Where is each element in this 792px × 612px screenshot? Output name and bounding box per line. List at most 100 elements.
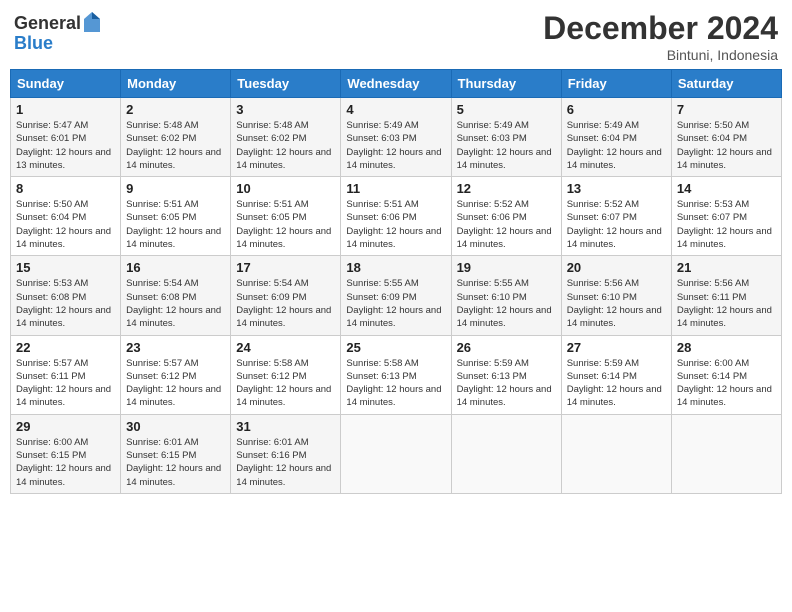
day-number: 13 (567, 181, 666, 196)
day-number: 5 (457, 102, 556, 117)
calendar-cell: 11 Sunrise: 5:51 AM Sunset: 6:06 PM Dayl… (341, 177, 451, 256)
calendar-cell: 22 Sunrise: 5:57 AM Sunset: 6:11 PM Dayl… (11, 335, 121, 414)
day-number: 7 (677, 102, 776, 117)
day-info: Sunrise: 5:58 AM Sunset: 6:13 PM Dayligh… (346, 357, 445, 410)
day-number: 29 (16, 419, 115, 434)
day-number: 31 (236, 419, 335, 434)
day-number: 10 (236, 181, 335, 196)
calendar-cell: 17 Sunrise: 5:54 AM Sunset: 6:09 PM Dayl… (231, 256, 341, 335)
day-number: 9 (126, 181, 225, 196)
calendar-cell: 6 Sunrise: 5:49 AM Sunset: 6:04 PM Dayli… (561, 98, 671, 177)
calendar-cell: 27 Sunrise: 5:59 AM Sunset: 6:14 PM Dayl… (561, 335, 671, 414)
calendar-cell: 16 Sunrise: 5:54 AM Sunset: 6:08 PM Dayl… (121, 256, 231, 335)
calendar-day-header: Sunday (11, 70, 121, 98)
calendar-cell: 1 Sunrise: 5:47 AM Sunset: 6:01 PM Dayli… (11, 98, 121, 177)
calendar-cell: 2 Sunrise: 5:48 AM Sunset: 6:02 PM Dayli… (121, 98, 231, 177)
day-number: 11 (346, 181, 445, 196)
calendar-week-row: 1 Sunrise: 5:47 AM Sunset: 6:01 PM Dayli… (11, 98, 782, 177)
calendar-cell: 23 Sunrise: 5:57 AM Sunset: 6:12 PM Dayl… (121, 335, 231, 414)
day-number: 14 (677, 181, 776, 196)
calendar-cell: 31 Sunrise: 6:01 AM Sunset: 6:16 PM Dayl… (231, 414, 341, 493)
day-info: Sunrise: 5:54 AM Sunset: 6:08 PM Dayligh… (126, 277, 225, 330)
calendar-cell: 9 Sunrise: 5:51 AM Sunset: 6:05 PM Dayli… (121, 177, 231, 256)
day-number: 20 (567, 260, 666, 275)
day-number: 25 (346, 340, 445, 355)
calendar-cell: 29 Sunrise: 6:00 AM Sunset: 6:15 PM Dayl… (11, 414, 121, 493)
day-number: 1 (16, 102, 115, 117)
day-number: 3 (236, 102, 335, 117)
calendar-day-header: Saturday (671, 70, 781, 98)
day-info: Sunrise: 5:56 AM Sunset: 6:10 PM Dayligh… (567, 277, 666, 330)
logo: General Blue (14, 14, 101, 54)
calendar-cell: 28 Sunrise: 6:00 AM Sunset: 6:14 PM Dayl… (671, 335, 781, 414)
day-info: Sunrise: 5:47 AM Sunset: 6:01 PM Dayligh… (16, 119, 115, 172)
title-area: December 2024 Bintuni, Indonesia (543, 10, 778, 63)
calendar-week-row: 8 Sunrise: 5:50 AM Sunset: 6:04 PM Dayli… (11, 177, 782, 256)
day-info: Sunrise: 5:52 AM Sunset: 6:06 PM Dayligh… (457, 198, 556, 251)
calendar-day-header: Wednesday (341, 70, 451, 98)
day-info: Sunrise: 5:55 AM Sunset: 6:09 PM Dayligh… (346, 277, 445, 330)
calendar-cell: 12 Sunrise: 5:52 AM Sunset: 6:06 PM Dayl… (451, 177, 561, 256)
calendar-cell: 8 Sunrise: 5:50 AM Sunset: 6:04 PM Dayli… (11, 177, 121, 256)
day-number: 18 (346, 260, 445, 275)
day-info: Sunrise: 5:51 AM Sunset: 6:05 PM Dayligh… (126, 198, 225, 251)
calendar-cell: 21 Sunrise: 5:56 AM Sunset: 6:11 PM Dayl… (671, 256, 781, 335)
day-number: 8 (16, 181, 115, 196)
calendar-cell: 24 Sunrise: 5:58 AM Sunset: 6:12 PM Dayl… (231, 335, 341, 414)
calendar-cell: 3 Sunrise: 5:48 AM Sunset: 6:02 PM Dayli… (231, 98, 341, 177)
calendar-week-row: 29 Sunrise: 6:00 AM Sunset: 6:15 PM Dayl… (11, 414, 782, 493)
day-info: Sunrise: 5:50 AM Sunset: 6:04 PM Dayligh… (16, 198, 115, 251)
calendar-week-row: 15 Sunrise: 5:53 AM Sunset: 6:08 PM Dayl… (11, 256, 782, 335)
day-info: Sunrise: 5:48 AM Sunset: 6:02 PM Dayligh… (126, 119, 225, 172)
calendar-cell (451, 414, 561, 493)
day-number: 28 (677, 340, 776, 355)
calendar-cell: 18 Sunrise: 5:55 AM Sunset: 6:09 PM Dayl… (341, 256, 451, 335)
calendar-day-header: Friday (561, 70, 671, 98)
day-number: 24 (236, 340, 335, 355)
day-info: Sunrise: 5:59 AM Sunset: 6:13 PM Dayligh… (457, 357, 556, 410)
day-info: Sunrise: 5:59 AM Sunset: 6:14 PM Dayligh… (567, 357, 666, 410)
day-number: 27 (567, 340, 666, 355)
calendar-week-row: 22 Sunrise: 5:57 AM Sunset: 6:11 PM Dayl… (11, 335, 782, 414)
day-number: 16 (126, 260, 225, 275)
day-info: Sunrise: 5:51 AM Sunset: 6:06 PM Dayligh… (346, 198, 445, 251)
logo-blue-text: Blue (14, 34, 101, 54)
day-info: Sunrise: 5:49 AM Sunset: 6:03 PM Dayligh… (457, 119, 556, 172)
day-number: 23 (126, 340, 225, 355)
day-number: 26 (457, 340, 556, 355)
day-info: Sunrise: 5:53 AM Sunset: 6:08 PM Dayligh… (16, 277, 115, 330)
day-number: 2 (126, 102, 225, 117)
day-info: Sunrise: 6:01 AM Sunset: 6:15 PM Dayligh… (126, 436, 225, 489)
calendar-cell: 25 Sunrise: 5:58 AM Sunset: 6:13 PM Dayl… (341, 335, 451, 414)
day-info: Sunrise: 5:48 AM Sunset: 6:02 PM Dayligh… (236, 119, 335, 172)
day-info: Sunrise: 6:01 AM Sunset: 6:16 PM Dayligh… (236, 436, 335, 489)
calendar-cell: 19 Sunrise: 5:55 AM Sunset: 6:10 PM Dayl… (451, 256, 561, 335)
calendar-cell: 30 Sunrise: 6:01 AM Sunset: 6:15 PM Dayl… (121, 414, 231, 493)
day-info: Sunrise: 5:55 AM Sunset: 6:10 PM Dayligh… (457, 277, 556, 330)
day-number: 22 (16, 340, 115, 355)
calendar-table: SundayMondayTuesdayWednesdayThursdayFrid… (10, 69, 782, 494)
day-info: Sunrise: 5:57 AM Sunset: 6:11 PM Dayligh… (16, 357, 115, 410)
logo-general-text: General (14, 14, 81, 34)
day-info: Sunrise: 5:49 AM Sunset: 6:04 PM Dayligh… (567, 119, 666, 172)
day-number: 4 (346, 102, 445, 117)
day-info: Sunrise: 6:00 AM Sunset: 6:15 PM Dayligh… (16, 436, 115, 489)
calendar-cell: 15 Sunrise: 5:53 AM Sunset: 6:08 PM Dayl… (11, 256, 121, 335)
calendar-cell: 20 Sunrise: 5:56 AM Sunset: 6:10 PM Dayl… (561, 256, 671, 335)
day-info: Sunrise: 5:58 AM Sunset: 6:12 PM Dayligh… (236, 357, 335, 410)
day-number: 21 (677, 260, 776, 275)
day-info: Sunrise: 6:00 AM Sunset: 6:14 PM Dayligh… (677, 357, 776, 410)
logo-icon (83, 11, 101, 33)
calendar-cell (561, 414, 671, 493)
calendar-day-header: Monday (121, 70, 231, 98)
calendar-header-row: SundayMondayTuesdayWednesdayThursdayFrid… (11, 70, 782, 98)
day-info: Sunrise: 5:50 AM Sunset: 6:04 PM Dayligh… (677, 119, 776, 172)
day-number: 6 (567, 102, 666, 117)
day-number: 30 (126, 419, 225, 434)
page-header: General Blue December 2024 Bintuni, Indo… (10, 10, 782, 63)
day-info: Sunrise: 5:51 AM Sunset: 6:05 PM Dayligh… (236, 198, 335, 251)
calendar-cell (341, 414, 451, 493)
day-number: 17 (236, 260, 335, 275)
day-info: Sunrise: 5:49 AM Sunset: 6:03 PM Dayligh… (346, 119, 445, 172)
day-number: 12 (457, 181, 556, 196)
